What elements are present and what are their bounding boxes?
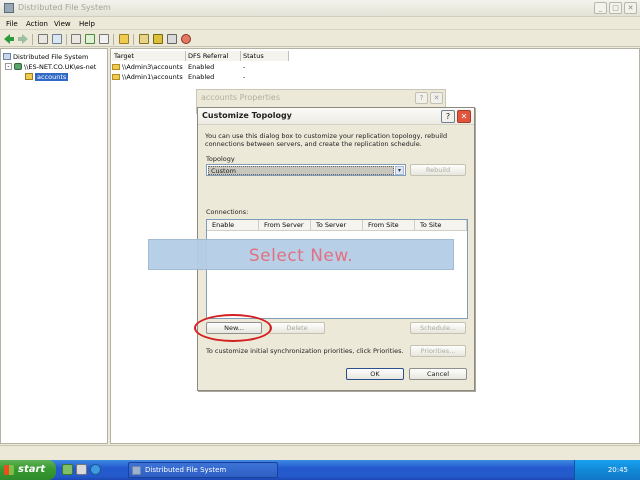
priorities-text: To customize initial synchronization pri… <box>206 347 404 355</box>
hint-text: Select New. <box>248 246 354 266</box>
tree-item-server[interactable]: - \\ES-NET.CO.UK\es-net <box>5 62 96 71</box>
status-cell: - <box>243 73 246 81</box>
column-header-from-server[interactable]: From Server <box>259 220 311 231</box>
column-header-status[interactable]: Status <box>241 51 289 61</box>
toolbar-separator <box>113 34 114 45</box>
tree-item-label: Distributed File System <box>13 52 89 61</box>
intro-text: You can use this dialog box to customize… <box>205 132 448 148</box>
dfs-icon <box>3 53 11 60</box>
dialog-title-bar: Customize Topology ? ✕ <box>198 108 474 125</box>
desktop-icon[interactable] <box>62 464 73 475</box>
column-header-from-site[interactable]: From Site <box>363 220 415 231</box>
close-button[interactable]: ✕ <box>624 2 637 14</box>
folder-icon <box>112 74 120 80</box>
topology-value: Custom <box>208 166 394 175</box>
taskbar-window-label: Distributed File System <box>145 466 227 474</box>
delete-button[interactable]: Delete <box>269 322 325 334</box>
tree-item-root[interactable]: Distributed File System <box>3 52 88 61</box>
ok-button[interactable]: OK <box>346 368 404 380</box>
window-controls: _ □ ✕ <box>594 2 637 14</box>
dfs-icon <box>132 466 141 475</box>
tutorial-hint-banner: Select New. <box>148 239 454 270</box>
menu-action[interactable]: Action <box>26 20 48 28</box>
cancel-button[interactable]: Cancel <box>409 368 467 380</box>
dfs-root-icon <box>14 63 22 70</box>
toolbar <box>0 31 640 47</box>
column-header-target[interactable]: Target <box>112 51 186 61</box>
back-icon[interactable] <box>4 34 14 44</box>
start-button[interactable]: start <box>0 460 56 480</box>
status-cell: - <box>243 63 246 71</box>
menu-bar: File Action View Help <box>0 17 640 30</box>
export-icon[interactable] <box>85 34 95 44</box>
column-header-to-server[interactable]: To Server <box>311 220 363 231</box>
new-button[interactable]: New... <box>206 322 262 334</box>
delete-icon[interactable] <box>153 34 163 44</box>
close-button[interactable]: ✕ <box>457 110 471 123</box>
list-row[interactable]: \\Admin1\accounts <box>112 73 183 82</box>
help-icon[interactable] <box>99 34 109 44</box>
tree-pane: Distributed File System - \\ES-NET.CO.UK… <box>0 48 108 444</box>
topology-label: Topology <box>206 155 235 163</box>
menu-view[interactable]: View <box>54 20 71 28</box>
rebuild-button[interactable]: Rebuild <box>410 164 466 176</box>
status-icon[interactable] <box>167 34 177 44</box>
toolbar-separator <box>66 34 67 45</box>
column-header-to-site[interactable]: To Site <box>415 220 467 231</box>
dfs-link-icon <box>25 73 33 80</box>
topology-dropdown[interactable]: Custom ▾ <box>206 164 406 176</box>
referral-cell: Enabled <box>188 63 215 71</box>
status-bar <box>0 445 640 460</box>
taskbar: start Distributed File System EN 20:45 <box>0 460 640 480</box>
menu-help[interactable]: Help <box>79 20 95 28</box>
explorer-icon[interactable] <box>76 464 87 475</box>
connections-label: Connections: <box>206 208 249 216</box>
column-header-enable[interactable]: Enable <box>207 220 259 231</box>
refresh-icon[interactable] <box>71 34 81 44</box>
schedule-button[interactable]: Schedule... <box>410 322 466 334</box>
windows-logo-icon <box>4 465 14 475</box>
system-tray: 20:45 <box>574 460 640 480</box>
column-header-referral[interactable]: DFS Referral <box>186 51 241 61</box>
maximize-button[interactable]: □ <box>609 2 622 14</box>
help-button[interactable]: ? <box>441 110 455 123</box>
start-label: start <box>18 464 46 475</box>
tree-item-label: accounts <box>35 72 69 81</box>
toolbar-separator <box>32 34 33 45</box>
replication-icon[interactable] <box>181 34 191 44</box>
priorities-button[interactable]: Priorities... <box>410 345 466 357</box>
tree-item-label: \\ES-NET.CO.UK\es-net <box>24 62 97 71</box>
folder-icon <box>112 64 120 70</box>
forward-icon[interactable] <box>18 34 28 44</box>
properties-icon[interactable] <box>52 34 62 44</box>
close-button[interactable]: ✕ <box>430 92 443 104</box>
new-root-icon[interactable] <box>119 34 129 44</box>
dialog-title: accounts Properties <box>201 93 281 102</box>
menu-file[interactable]: File <box>6 20 18 28</box>
toolbar-separator <box>133 34 134 45</box>
dialog-title: Customize Topology <box>202 111 292 120</box>
target-cell: \\Admin3\accounts <box>122 63 183 71</box>
minimize-button[interactable]: _ <box>594 2 607 14</box>
taskbar-window-button[interactable]: Distributed File System <box>128 462 278 478</box>
window-title: Distributed File System <box>18 3 111 12</box>
help-button[interactable]: ? <box>415 92 428 104</box>
tree-item-accounts[interactable]: accounts <box>25 72 69 81</box>
list-row[interactable]: \\Admin3\accounts <box>112 63 183 72</box>
title-bar: Distributed File System _ □ ✕ <box>0 0 640 17</box>
internet-explorer-icon[interactable] <box>90 464 101 475</box>
app-icon <box>4 3 14 13</box>
up-icon[interactable] <box>38 34 48 44</box>
clock[interactable]: 20:45 <box>608 466 628 474</box>
referral-cell: Enabled <box>188 73 215 81</box>
collapse-icon[interactable]: - <box>5 63 12 70</box>
chevron-down-icon[interactable]: ▾ <box>395 166 404 175</box>
new-link-icon[interactable] <box>139 34 149 44</box>
target-cell: \\Admin1\accounts <box>122 73 183 81</box>
